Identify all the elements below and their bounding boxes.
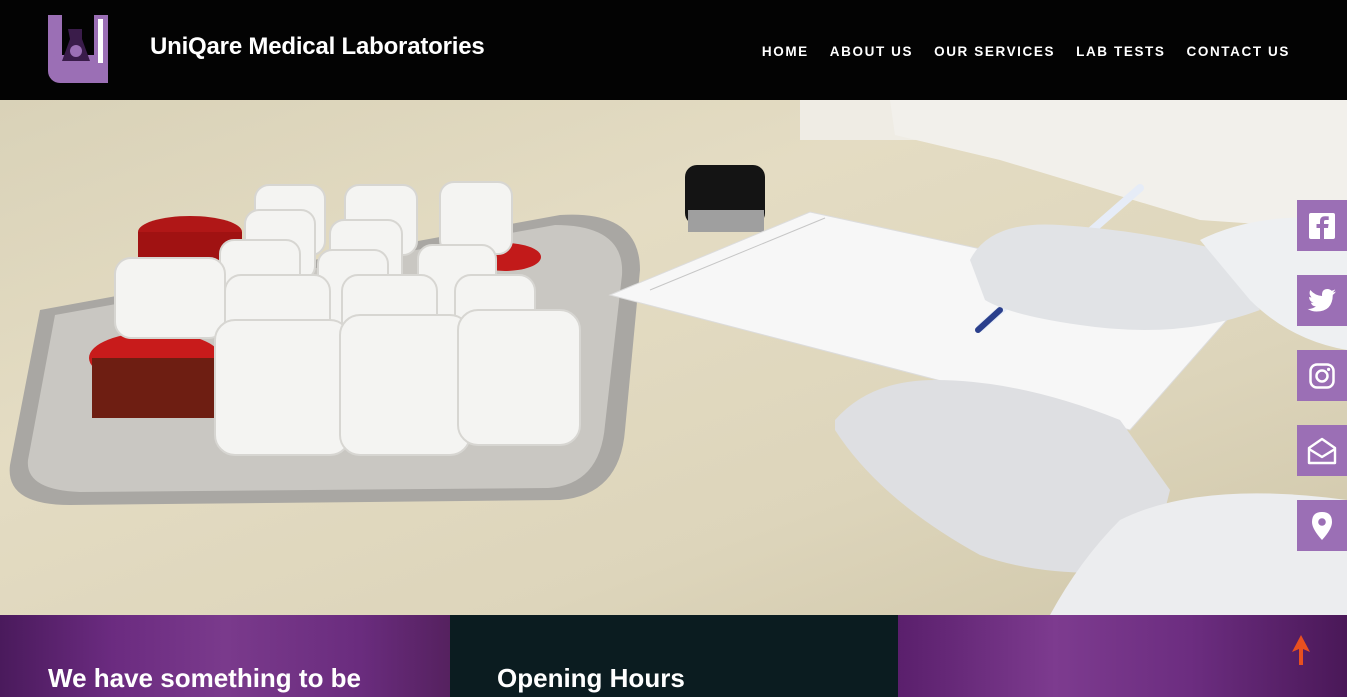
facebook-icon [1309, 212, 1335, 239]
social-sidebar [1297, 200, 1347, 575]
facebook-button[interactable] [1297, 200, 1347, 251]
lab-desk-illustration [9, 100, 1347, 615]
scroll-to-top-icon[interactable] [1290, 635, 1312, 665]
info-strip: We have something to be Opening Hours [0, 615, 1347, 697]
about-heading: We have something to be [48, 663, 362, 693]
twitter-icon [1307, 288, 1336, 311]
location-button[interactable] [1297, 500, 1347, 551]
lab-flask-logo-icon[interactable] [48, 15, 110, 85]
site-header: UniQare Medical Laboratories HOME ABOUT … [0, 0, 1347, 100]
mail-icon [1307, 437, 1337, 464]
nav-our-services[interactable]: OUR SERVICES [934, 44, 1055, 59]
nav-about-us[interactable]: ABOUT US [830, 44, 913, 59]
contact-panel [898, 615, 1347, 697]
opening-hours-heading: Opening Hours [497, 663, 685, 693]
hero-image [0, 100, 1347, 615]
instagram-button[interactable] [1297, 350, 1347, 401]
email-button[interactable] [1297, 425, 1347, 476]
instagram-icon [1309, 362, 1335, 389]
nav-home[interactable]: HOME [762, 44, 809, 59]
nav-lab-tests[interactable]: LAB TESTS [1076, 44, 1165, 59]
nav-contact-us[interactable]: CONTACT US [1187, 44, 1291, 59]
brand-name[interactable]: UniQare Medical Laboratories [150, 33, 485, 61]
twitter-button[interactable] [1297, 275, 1347, 326]
location-pin-icon [1312, 511, 1332, 540]
main-nav: HOME ABOUT US OUR SERVICES LAB TESTS CON… [762, 44, 1290, 59]
